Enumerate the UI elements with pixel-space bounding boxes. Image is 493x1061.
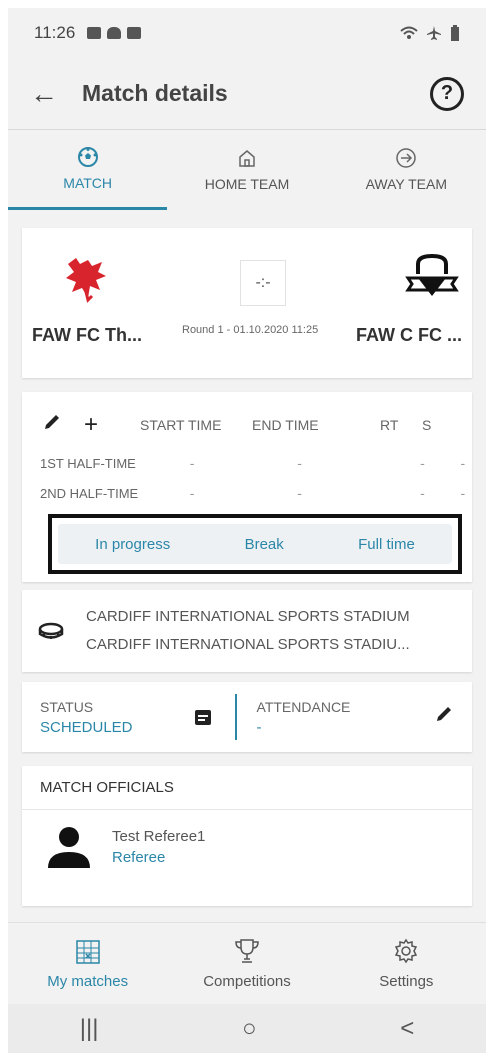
table-row: 1ST HALF-TIME - - - -: [22, 448, 472, 478]
calendar-icon[interactable]: [193, 707, 213, 727]
status-attendance-card: STATUS SCHEDULED ATTENDANCE -: [22, 682, 472, 752]
soccer-ball-icon: [77, 146, 98, 167]
start-time-header: START TIME: [140, 417, 222, 433]
status-value: SCHEDULED: [40, 718, 133, 736]
nav-my-matches[interactable]: My matches: [8, 923, 167, 1004]
back-button[interactable]: <: [400, 1015, 414, 1043]
match-status-buttons: In progress Break Full time: [48, 514, 462, 574]
bottom-navigation: My matches Competitions Settings: [8, 922, 486, 1004]
nav-settings[interactable]: Settings: [327, 923, 486, 1004]
full-time-button[interactable]: Full time: [358, 536, 415, 553]
tab-match[interactable]: MATCH: [8, 130, 168, 210]
away-team-name: FAW C FC ...: [356, 325, 462, 345]
cloud-notification-icon: [107, 27, 122, 39]
page-title: Match details: [82, 80, 228, 106]
stadium-card[interactable]: CARDIFF INTERNATIONAL SPORTS STADIUM CAR…: [22, 590, 472, 672]
add-icon[interactable]: +: [84, 411, 140, 439]
wifi-icon: [400, 26, 418, 39]
table-row: 2ND HALF-TIME - - - -: [22, 478, 472, 508]
home-icon: [239, 150, 255, 167]
match-officials-card: MATCH OFFICIALS Test Referee1 Referee: [22, 766, 472, 906]
app-notification-icon: [127, 27, 142, 39]
back-arrow-icon[interactable]: ←: [30, 78, 70, 110]
rt-header: RT: [380, 417, 399, 433]
home-button[interactable]: ○: [242, 1015, 257, 1043]
official-item[interactable]: Test Referee1 Referee: [22, 810, 472, 884]
gear-icon: [395, 938, 418, 964]
start-time-value: -: [189, 485, 195, 501]
st-value: -: [460, 485, 466, 501]
system-icons: [400, 25, 460, 41]
system-navigation: ||| ○ <: [8, 1004, 486, 1053]
st-header: S T: [422, 417, 434, 433]
stadium-icon: [38, 622, 64, 639]
end-time-header: END TIME: [252, 417, 319, 433]
away-team[interactable]: FAW C FC ...: [322, 253, 462, 346]
divider: [234, 694, 237, 740]
end-time-value: -: [297, 485, 302, 501]
end-time-value: -: [297, 455, 302, 471]
official-role: Referee: [112, 849, 166, 866]
photo-notification-icon: [87, 27, 102, 39]
rt-value: -: [420, 485, 425, 501]
status-label: STATUS: [40, 698, 94, 715]
notification-icons: [87, 27, 142, 39]
wales-dragon-logo: [66, 258, 106, 303]
times-header: + START TIME END TIME RT S T: [22, 392, 472, 448]
airplane-mode-icon: [427, 26, 441, 40]
attendance-label: ATTENDANCE: [256, 698, 351, 715]
tab-away-team-label: AWAY TEAM: [365, 176, 448, 192]
half-label: 1ST HALF-TIME: [40, 455, 136, 471]
break-button[interactable]: Break: [245, 536, 284, 553]
app-bar: ← Match details ?: [8, 58, 486, 130]
tab-home-team[interactable]: HOME TEAM: [167, 130, 326, 210]
person-icon: [48, 827, 90, 868]
official-name: Test Referee1: [112, 828, 206, 845]
rt-value: -: [420, 455, 425, 471]
match-teams-card[interactable]: FAW FC Th... -:- Round 1 - 01.10.2020 11…: [22, 228, 472, 378]
start-time-value: -: [189, 455, 195, 471]
home-team[interactable]: FAW FC Th...: [32, 254, 172, 346]
recents-button[interactable]: |||: [80, 1015, 99, 1043]
round-info: Round 1 - 01.10.2020 11:25: [182, 324, 319, 336]
status-bar: 11:26: [8, 8, 486, 58]
status-block: STATUS SCHEDULED: [40, 699, 133, 736]
nav-competitions[interactable]: Competitions: [167, 923, 326, 1004]
nav-settings-label: Settings: [379, 973, 434, 990]
trophy-icon: [235, 939, 259, 963]
tab-home-team-label: HOME TEAM: [204, 176, 290, 192]
stadium-name: CARDIFF INTERNATIONAL SPORTS STADIUM: [86, 608, 410, 625]
status-time: 11:26: [34, 23, 76, 42]
calendar-grid-icon: [75, 940, 100, 964]
attendance-block: ATTENDANCE -: [257, 699, 351, 736]
edit-attendance-icon[interactable]: [434, 704, 454, 730]
app-frame: 11:26 ← Match details ? MATCH HOME TEAM …: [8, 8, 486, 1053]
nav-competitions-label: Competitions: [203, 973, 291, 990]
tab-away-team[interactable]: AWAY TEAM: [327, 130, 486, 210]
pencil-icon[interactable]: [42, 412, 84, 438]
help-icon[interactable]: ?: [430, 76, 464, 111]
shield-badge-logo: [405, 253, 459, 296]
tab-bar: MATCH HOME TEAM AWAY TEAM: [8, 130, 486, 210]
match-times-card: + START TIME END TIME RT S T 1ST HALF-TI…: [22, 392, 472, 582]
stadium-address: CARDIFF INTERNATIONAL SPORTS STADIU...: [86, 636, 410, 653]
tab-match-label: MATCH: [63, 174, 113, 191]
st-value: -: [460, 455, 466, 471]
attendance-value: -: [256, 718, 262, 736]
home-team-name: FAW FC Th...: [32, 325, 142, 345]
nav-my-matches-label: My matches: [47, 973, 129, 990]
in-progress-button[interactable]: In progress: [95, 536, 170, 553]
battery-icon: [451, 25, 459, 41]
plane-icon: [396, 148, 417, 168]
score: -:-: [240, 260, 286, 306]
officials-title: MATCH OFFICIALS: [22, 766, 472, 810]
half-label: 2ND HALF-TIME: [40, 485, 139, 501]
